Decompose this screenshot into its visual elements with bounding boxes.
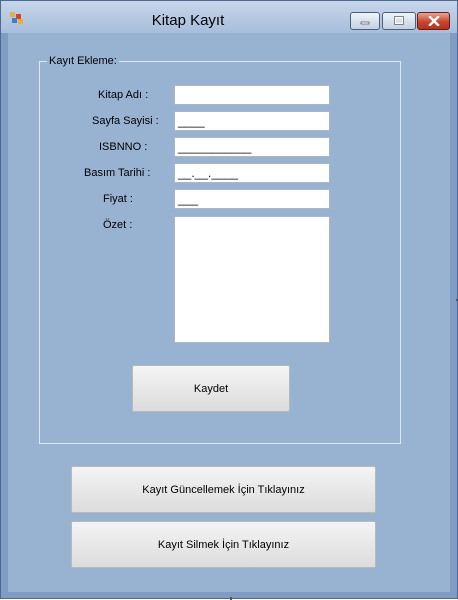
title-bar[interactable]: Kitap Kayıt — [1, 1, 457, 33]
price-label: Fiyat : — [103, 193, 133, 205]
maximize-icon — [394, 16, 404, 25]
groupbox-legend: Kayıt Ekleme: — [47, 54, 119, 68]
summary-textarea[interactable] — [174, 216, 330, 343]
price-value: ___ — [178, 192, 199, 206]
minimize-icon — [360, 21, 370, 25]
update-record-button[interactable]: Kayıt Güncellemek İçin Tıklayınız — [71, 466, 376, 513]
publish-date-value: __.__.____ — [178, 166, 239, 180]
page-count-input[interactable]: ____ — [174, 111, 330, 131]
book-name-label: Kitap Adı : — [98, 89, 149, 101]
close-button[interactable] — [417, 12, 450, 30]
form-client-area: Kayıt Ekleme: Kitap Adı : Sayfa Sayisi :… — [8, 33, 450, 592]
maximize-button[interactable] — [382, 12, 416, 30]
isbn-value: ___________ — [178, 140, 252, 154]
isbn-input[interactable]: ___________ — [174, 137, 330, 157]
page-count-label: Sayfa Sayisi : — [92, 115, 159, 127]
isbn-label: ISBNNO : — [99, 141, 148, 153]
page-count-value: ____ — [178, 114, 205, 128]
delete-record-button[interactable]: Kayıt Silmek İçin Tıklayınız — [71, 521, 376, 568]
publish-date-label: Basım Tarihi : — [84, 167, 151, 179]
book-name-input[interactable] — [174, 85, 330, 105]
save-button[interactable]: Kaydet — [132, 365, 290, 412]
main-window: Kitap Kayıt Kayıt Ekleme: Kitap Adı : Sa… — [0, 0, 458, 600]
price-input[interactable]: ___ — [174, 189, 330, 209]
close-icon — [427, 16, 440, 26]
publish-date-input[interactable]: __.__.____ — [174, 163, 330, 183]
summary-label: Özet : — [103, 219, 133, 231]
window-title: Kitap Kayıt — [151, 12, 225, 29]
minimize-button[interactable] — [350, 12, 380, 30]
